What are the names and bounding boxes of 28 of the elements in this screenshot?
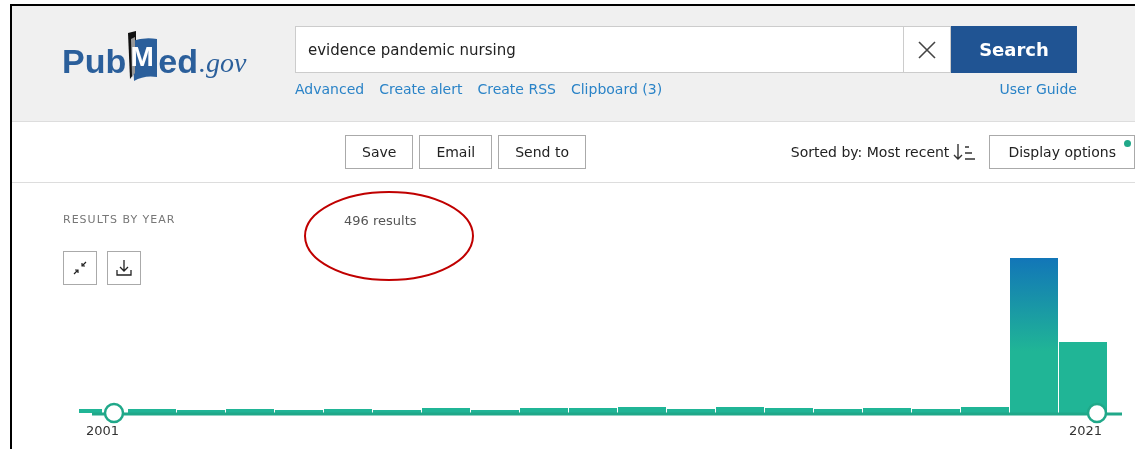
sort-label[interactable]: Sorted by: Most recent [790, 144, 950, 160]
range-end-handle[interactable] [1086, 402, 1108, 424]
search-link[interactable]: Clipboard (3) [570, 81, 663, 97]
search-field[interactable]: evidence pandemic nursing [295, 26, 904, 73]
download-button[interactable] [107, 251, 141, 285]
range-end-label: 2021 [1069, 423, 1103, 438]
action-button[interactable]: Email [419, 135, 493, 169]
download-icon [115, 259, 133, 277]
help-link[interactable]: User Guide [999, 81, 1077, 97]
action-button[interactable]: Send to [498, 135, 586, 169]
search-link[interactable]: Create RSS [477, 81, 556, 97]
range-start-handle[interactable] [103, 402, 125, 424]
slider-track[interactable] [92, 412, 1122, 416]
histogram-bar[interactable] [1059, 342, 1107, 413]
close-icon [917, 39, 937, 60]
section-title: RESULTS BY YEAR [63, 213, 176, 226]
search-button[interactable]: Search [951, 26, 1077, 73]
range-start-label: 2001 [86, 423, 120, 438]
sort-icon[interactable] [953, 143, 976, 161]
collapse-icon [73, 261, 87, 275]
results-count: 496 results [344, 213, 417, 228]
search-link[interactable]: Create alert [379, 81, 463, 97]
histogram-bar[interactable] [1010, 258, 1058, 413]
action-button[interactable]: Save [345, 135, 414, 169]
collapse-button[interactable] [63, 251, 97, 285]
display-options-button[interactable]: Display options [989, 135, 1135, 169]
clear-button[interactable] [904, 26, 951, 73]
search-link[interactable]: Advanced [295, 81, 365, 97]
